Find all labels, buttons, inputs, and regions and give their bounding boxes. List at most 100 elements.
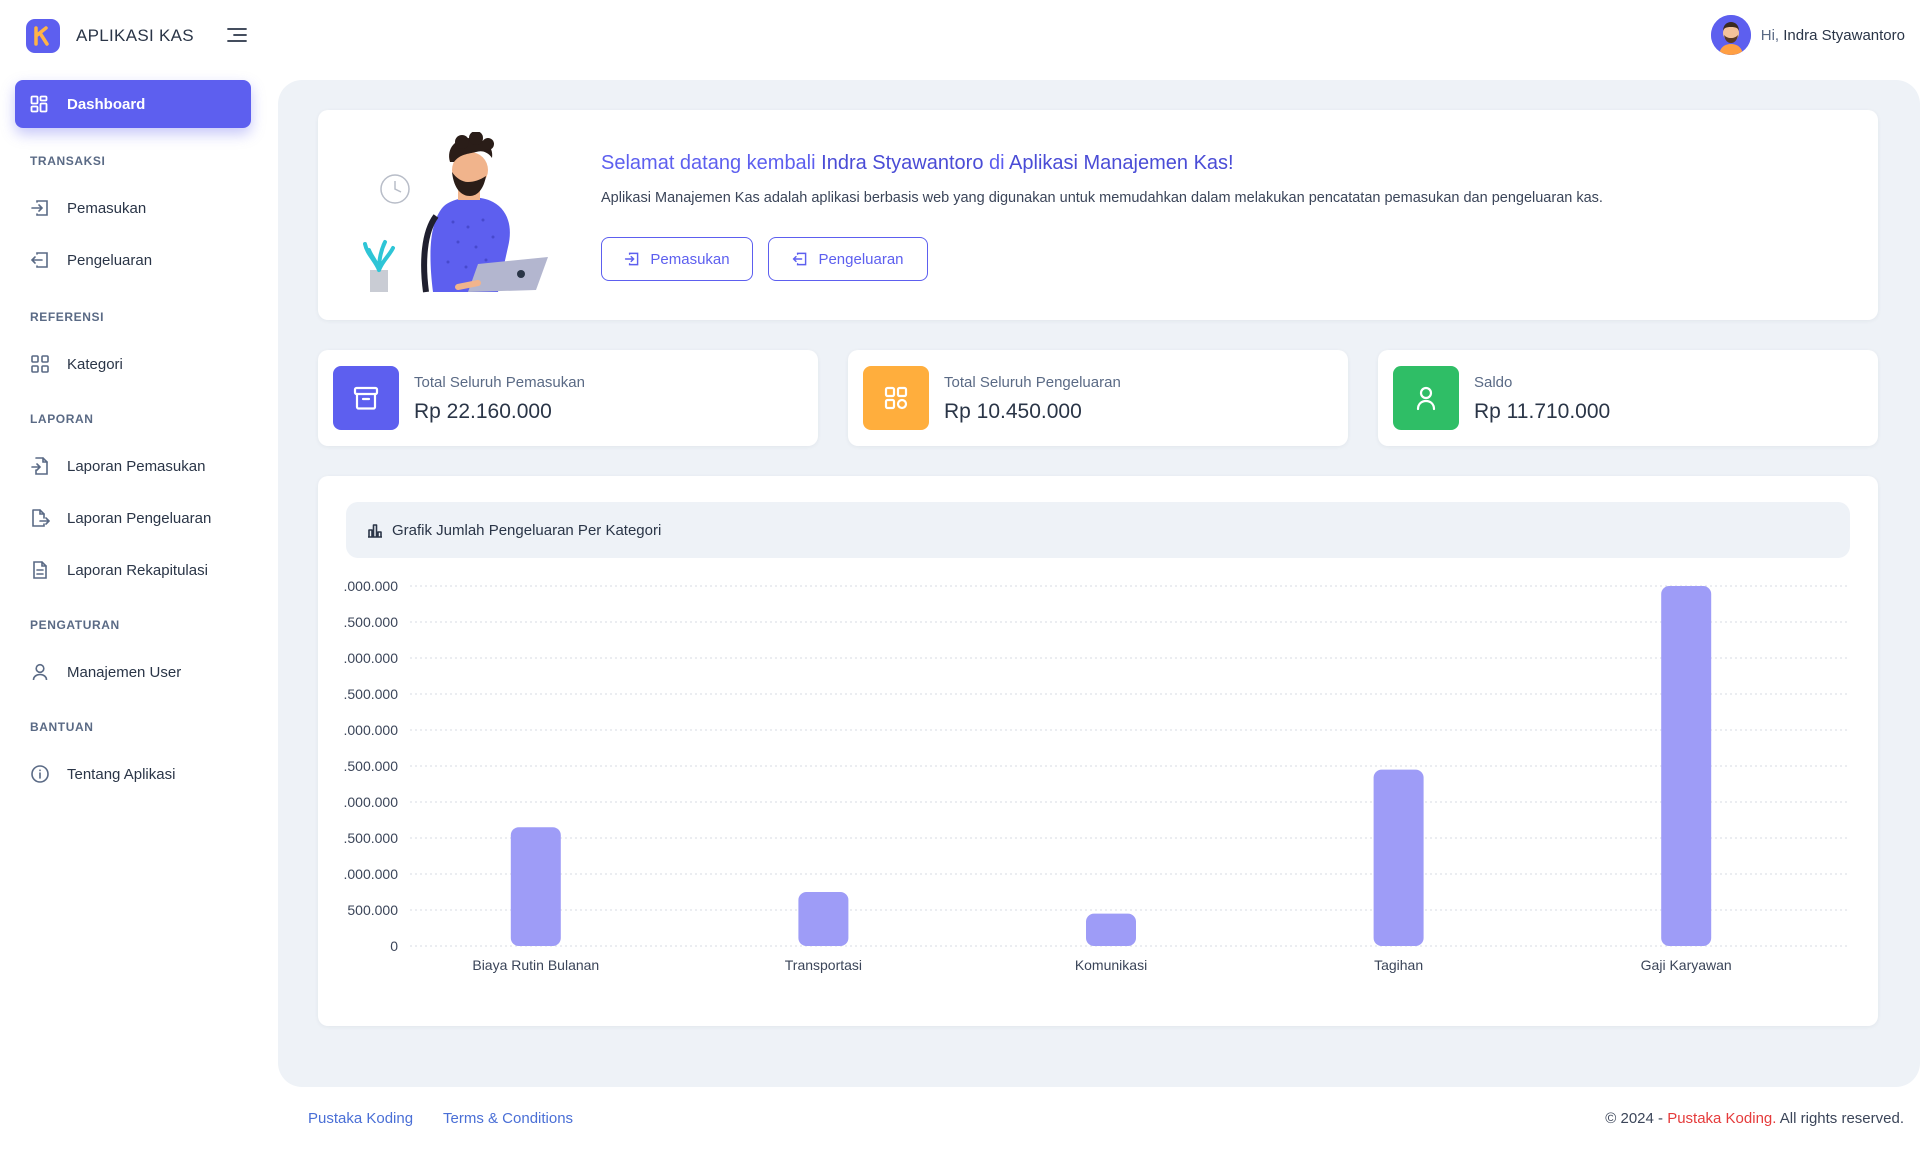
app-title: APLIKASI KAS	[76, 26, 194, 45]
grid-icon	[863, 366, 929, 430]
welcome-title-mid: di	[983, 152, 1010, 174]
bar[interactable]	[798, 892, 849, 946]
sidebar-item-kategori[interactable]: Kategori	[15, 344, 251, 384]
logout-icon	[793, 252, 807, 266]
logout-icon	[30, 250, 50, 270]
x-tick-label: Tagihan	[1374, 957, 1423, 973]
y-tick-label: 0	[390, 938, 398, 954]
user-greeting: Hi, Indra Styawantoro	[1761, 27, 1905, 44]
y-tick-label: .500.000	[344, 614, 399, 630]
sidebar-item-label: Manajemen User	[67, 663, 182, 681]
bar[interactable]	[1086, 913, 1136, 946]
x-tick-label: Biaya Rutin Bulanan	[472, 957, 599, 973]
welcome-user-name: Indra Styawantoro	[821, 152, 984, 174]
chart-title: Grafik Jumlah Pengeluaran Per Kategori	[392, 521, 662, 539]
y-tick-label: .000.000	[344, 578, 399, 594]
category-icon	[30, 354, 50, 374]
footer-link-terms[interactable]: Terms & Conditions	[443, 1110, 573, 1127]
sidebar-item-label: Pemasukan	[67, 199, 147, 217]
stat-card-expense: Total Seluruh Pengeluaran Rp 10.450.000	[848, 350, 1348, 446]
sidebar-item-laporan-pengeluaran[interactable]: Laporan Pengeluaran	[15, 498, 251, 538]
bar[interactable]	[510, 827, 561, 946]
copyright-prefix: © 2024 -	[1605, 1110, 1668, 1127]
chart-card: Grafik Jumlah Pengeluaran Per Kategori 0…	[318, 476, 1878, 1026]
sidebar-item-label: Laporan Pemasukan	[67, 457, 206, 475]
y-tick-label: .500.000	[344, 758, 399, 774]
menu-toggle-icon[interactable]	[226, 26, 248, 44]
copyright: © 2024 - Pustaka Koding. All rights rese…	[1605, 1110, 1904, 1127]
y-tick-label: .000.000	[344, 794, 399, 810]
user-name: Indra Styawantoro	[1783, 26, 1905, 44]
stat-value: Rp 11.710.000	[1474, 400, 1611, 423]
sidebar-item-dashboard[interactable]: Dashboard	[15, 80, 251, 128]
footer-link-pustaka-koding[interactable]: Pustaka Koding	[308, 1110, 413, 1127]
archive-icon	[333, 366, 399, 430]
y-tick-label: .000.000	[344, 650, 399, 666]
y-tick-label: .000.000	[344, 722, 399, 738]
stat-label: Total Seluruh Pemasukan	[414, 374, 585, 391]
login-icon	[625, 252, 639, 266]
sidebar-item-label: Laporan Rekapitulasi	[67, 561, 208, 579]
stat-label: Total Seluruh Pengeluaran	[944, 374, 1121, 391]
x-tick-label: Transportasi	[785, 957, 862, 973]
brand[interactable]: APLIKASI KAS	[26, 18, 194, 54]
bar[interactable]	[1373, 769, 1424, 946]
sidebar-item-manajemen-user[interactable]: Manajemen User	[15, 652, 251, 692]
stat-value: Rp 10.450.000	[944, 400, 1082, 423]
chart-header: Grafik Jumlah Pengeluaran Per Kategori	[346, 502, 1850, 558]
sidebar-item-label: Tentang Aplikasi	[67, 765, 176, 783]
section-title-referensi: REFERENSI	[30, 310, 105, 324]
login-icon	[30, 198, 50, 218]
bar-chart-icon	[368, 524, 382, 538]
info-icon	[30, 764, 50, 784]
sidebar: APLIKASI KAS Dashboard TRANSAKSI Pemasuk…	[0, 0, 268, 1149]
y-tick-label: .500.000	[344, 830, 399, 846]
bar-chart: 0 500.000 .000.000 .500.000 .000.000 .500.000…	[344, 578, 1848, 973]
greeting-prefix: Hi,	[1760, 26, 1784, 44]
sidebar-item-pengeluaran[interactable]: Pengeluaran	[15, 240, 251, 280]
file-text-icon	[30, 560, 50, 580]
section-title-transaksi: TRANSAKSI	[30, 154, 106, 168]
income-button-label: Pemasukan	[650, 250, 730, 268]
welcome-description: Aplikasi Manajemen Kas adalah aplikasi b…	[601, 190, 1603, 206]
sidebar-item-laporan-pemasukan[interactable]: Laporan Pemasukan	[15, 446, 251, 486]
stat-card-balance: Saldo Rp 11.710.000	[1378, 350, 1878, 446]
sidebar-item-pemasukan[interactable]: Pemasukan	[15, 188, 251, 228]
section-title-laporan: LAPORAN	[30, 412, 94, 426]
welcome-illustration	[358, 131, 558, 302]
welcome-title: Selamat datang kembali Indra Styawantoro…	[601, 152, 1234, 175]
user-menu[interactable]: Hi, Indra Styawantoro	[1710, 14, 1905, 56]
sidebar-item-label: Kategori	[67, 355, 123, 373]
sidebar-item-label: Laporan Pengeluaran	[67, 509, 212, 527]
stat-card-income: Total Seluruh Pemasukan Rp 22.160.000	[318, 350, 818, 446]
x-tick-label: Komunikasi	[1075, 957, 1147, 973]
avatar	[1710, 15, 1751, 55]
stat-value: Rp 22.160.000	[414, 400, 552, 423]
x-tick-label: Gaji Karyawan	[1641, 957, 1732, 973]
expense-button-label: Pengeluaran	[818, 250, 904, 268]
file-import-icon	[30, 456, 50, 476]
user-icon	[30, 662, 50, 682]
welcome-card: Selamat datang kembali Indra Styawantoro…	[318, 110, 1878, 320]
user-icon	[1393, 366, 1459, 430]
dashboard-icon	[30, 95, 48, 118]
expense-button[interactable]: Pengeluaran	[768, 237, 928, 281]
sidebar-item-label: Pengeluaran	[67, 251, 153, 269]
section-title-pengaturan: PENGATURAN	[30, 618, 120, 632]
income-button[interactable]: Pemasukan	[601, 237, 753, 281]
y-tick-label: 500.000	[347, 902, 398, 918]
copyright-brand-link[interactable]: Pustaka Koding.	[1667, 1110, 1776, 1127]
stat-label: Saldo	[1474, 374, 1513, 391]
file-export-icon	[30, 508, 51, 528]
bar[interactable]	[1661, 586, 1712, 946]
y-tick-label: .500.000	[344, 686, 399, 702]
copyright-suffix: All rights reserved.	[1776, 1110, 1904, 1127]
sidebar-item-laporan-rekapitulasi[interactable]: Laporan Rekapitulasi	[15, 550, 251, 590]
y-tick-label: .000.000	[344, 866, 399, 882]
welcome-title-prefix: Selamat datang kembali	[601, 152, 822, 174]
sidebar-item-tentang-aplikasi[interactable]: Tentang Aplikasi	[15, 754, 251, 794]
sidebar-item-label: Dashboard	[67, 95, 146, 113]
app-logo-icon	[26, 19, 60, 53]
welcome-app-name: Aplikasi Manajemen Kas!	[1009, 152, 1234, 174]
section-title-bantuan: BANTUAN	[30, 720, 94, 734]
